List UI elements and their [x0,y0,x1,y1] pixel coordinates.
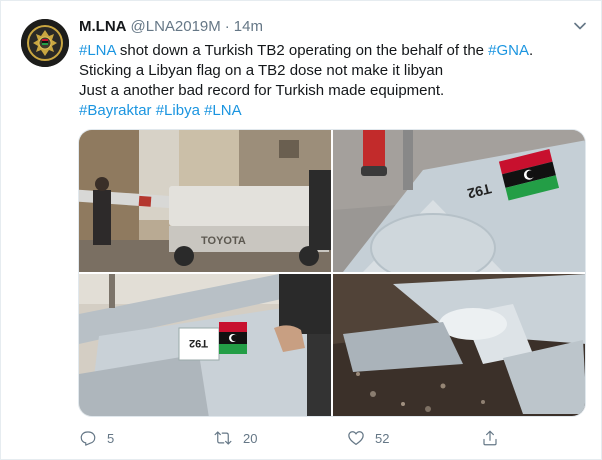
text-segment: . [529,42,534,59]
retweet-button[interactable]: 20 [213,427,257,449]
hashtag-gna[interactable]: #GNA [488,42,529,59]
share-button[interactable] [481,427,509,449]
tweet-header: M.LNA @LNA2019M · 14m [79,18,263,38]
hashtag-libya[interactable]: #Libya [156,102,200,119]
separator-dot: · [224,18,230,35]
tweet-text-line-3: Just a another bad record for Turkish ma… [79,82,445,99]
tweet-text-line-1: #LNA shot down a Turkish TB2 operating o… [79,41,589,61]
media-grid: TOYOTA T92 T92 [78,129,586,417]
tweet-text-line-2: Sticking a Libyan flag on a TB2 dose not… [79,62,444,79]
avatar[interactable] [21,19,69,67]
retweet-count: 20 [243,430,258,446]
author-name[interactable]: M.LNA [79,18,127,35]
photo-drone-on-truck[interactable]: TOYOTA [79,130,331,272]
truck-brand-label: TOYOTA [201,235,246,247]
tweet-text: #LNA shot down a Turkish TB2 operating o… [79,41,589,121]
tweet-actions: 5 20 52 [79,427,509,449]
share-icon [483,430,497,446]
like-button[interactable]: 52 [347,427,389,449]
tail-code-label: T92 [189,337,208,349]
author-handle[interactable]: @LNA2019M [131,18,221,35]
hashtag-bayraktar[interactable]: #Bayraktar [79,102,152,119]
reply-count: 5 [107,430,115,446]
tweet-card[interactable]: M.LNA @LNA2019M · 14m #LNA shot down a T… [0,0,602,460]
text-segment: shot down a Turkish TB2 operating on the… [115,42,489,59]
reply-icon [80,431,96,446]
like-count: 52 [375,430,390,446]
photo-tail-libyan-flag[interactable]: T92 [333,130,585,272]
tweet-text-line-4: #Bayraktar #Libya #LNA [79,101,589,121]
more-options-button[interactable] [570,17,590,35]
hashtag-lna[interactable]: #LNA [204,102,242,119]
hashtag-lna[interactable]: #LNA [79,42,116,59]
heart-icon [348,431,364,445]
reply-button[interactable]: 5 [79,427,114,449]
chevron-down-icon [574,22,586,30]
retweet-icon [214,431,232,445]
photo-wing-flag-hand[interactable]: T92 [79,274,331,416]
lna-emblem-icon [21,19,69,67]
tweet-time[interactable]: 14m [234,18,263,35]
photo-debris-ground[interactable] [333,274,585,416]
